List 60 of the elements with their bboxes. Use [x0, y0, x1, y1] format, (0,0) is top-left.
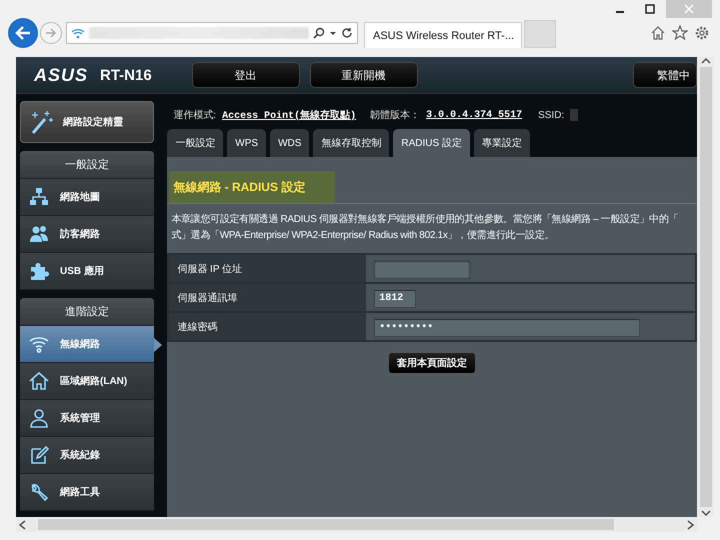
input-field[interactable]: 1812 [374, 290, 416, 308]
network-icon [28, 186, 50, 208]
tab[interactable]: RADIUS 設定 [393, 129, 470, 157]
item-label: USB 應用 [60, 264, 104, 278]
settings-icon[interactable] [694, 25, 710, 41]
item-label: 系統紀錄 [60, 448, 100, 462]
item-label: 網路工具 [60, 486, 100, 499]
description-line: 本章讓您可設定有關透過 RADIUS 伺服器對無線客戶端授權所使用的其他參數。當您將「無線網路 – 一般設定」中的「 [170, 212, 680, 227]
scroll-down-icon[interactable] [700, 509, 710, 517]
field-label: 伺服器通訊埠 [168, 283, 366, 312]
header-button[interactable]: 登出 [192, 62, 300, 88]
refresh-icon[interactable] [341, 27, 353, 39]
item-label: 網路地圖 [60, 190, 100, 204]
tab[interactable]: 無線存取控制 [313, 129, 390, 157]
password-field[interactable]: ••••••••• [374, 318, 640, 337]
puzzle-icon [28, 260, 50, 282]
back-button[interactable] [8, 18, 38, 48]
home-icon [28, 370, 50, 392]
scroll-up-icon[interactable] [700, 57, 710, 65]
wizard-button[interactable]: 網路設定精靈 [20, 101, 154, 143]
mode-label: 運作模式: [173, 108, 216, 122]
wifi-icon [71, 27, 85, 39]
tab-title: ASUS Wireless Router RT-... [373, 30, 514, 42]
section-header: 一般設定 [20, 151, 154, 179]
section-title: 無線網路 - RADIUS 設定 [169, 171, 336, 203]
mode-link[interactable]: Access Point(無線存取點) [222, 108, 356, 122]
header-button[interactable]: 重新開機 [310, 62, 418, 88]
browser-tab[interactable]: ASUS Wireless Router RT-... [364, 22, 522, 48]
item-label: 區域網路(LAN) [60, 374, 128, 388]
magic-wand-icon [29, 109, 55, 135]
tab[interactable]: WPS [227, 129, 266, 157]
logo: ASUS [34, 64, 88, 86]
blurred-ssid [570, 109, 578, 121]
description-line: 式」選為「WPA-Enterprise/ WPA2-Enterprise/ Radius with 802.1x」，便需進行此一設定。 [170, 228, 556, 243]
tab[interactable]: WDS [270, 129, 310, 157]
field-label: 連線密碼 [168, 312, 366, 341]
search-icon[interactable] [313, 27, 325, 39]
home-icon[interactable] [650, 25, 666, 41]
field-label: 伺服器 IP 位址 [168, 254, 366, 283]
user-icon [28, 407, 50, 429]
people-icon [28, 223, 50, 245]
forward-arrow-icon [45, 28, 57, 38]
apply-button[interactable]: 套用本頁面設定 [388, 352, 476, 374]
edit-icon [28, 444, 50, 466]
input-field[interactable] [374, 260, 470, 279]
firmware-link[interactable]: 3.0.0.4.374_5517 [426, 110, 522, 120]
firmware-label: 韌體版本： [370, 108, 420, 122]
item-label: 無線網路 [60, 338, 100, 351]
horizontal-scrollbar[interactable] [16, 517, 697, 532]
section-header: 進階設定 [20, 298, 154, 326]
tab[interactable]: 專業設定 [474, 129, 530, 157]
language-button[interactable]: 繁體中 [633, 62, 697, 88]
item-label: 訪客網路 [60, 227, 100, 241]
item-label: 系統管理 [60, 412, 100, 425]
model-name: RT-N16 [100, 66, 152, 84]
tab[interactable]: 一般設定 [167, 129, 224, 157]
star-icon[interactable] [672, 25, 688, 41]
back-arrow-icon [15, 26, 31, 40]
vertical-scrollbar[interactable] [697, 57, 714, 517]
ssid-label: SSID: [538, 110, 564, 120]
